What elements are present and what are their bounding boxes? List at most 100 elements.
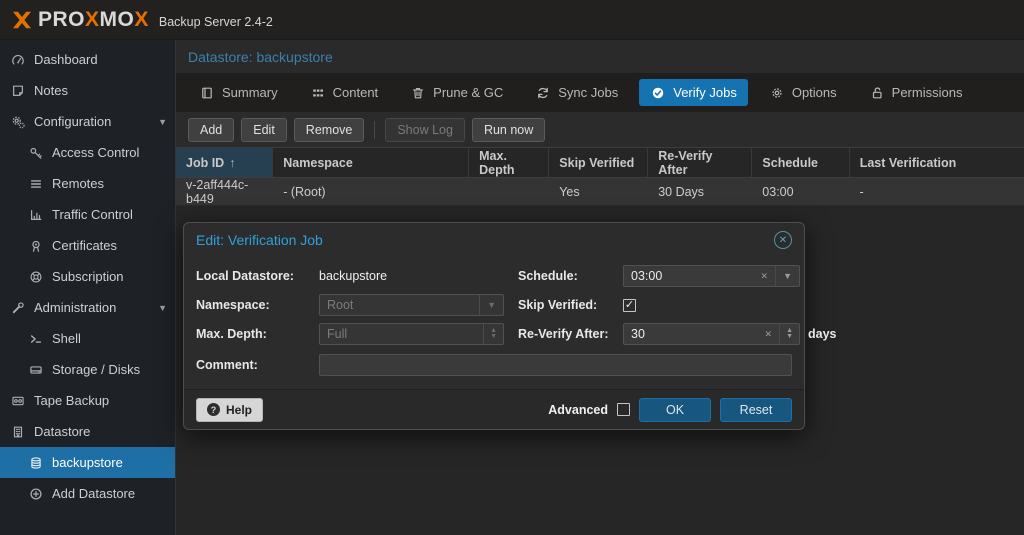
local-datastore-value: backupstore	[319, 269, 387, 283]
column-header-namespace[interactable]: Namespace	[273, 148, 469, 177]
key-icon	[28, 146, 44, 160]
schedule-label: Schedule:	[518, 269, 623, 283]
sidebar-item-label: Configuration	[34, 114, 111, 129]
sidebar-item-certificates[interactable]: Certificates	[0, 230, 175, 261]
clear-icon[interactable]: ✕	[758, 329, 780, 340]
sidebar-item-label: Remotes	[52, 176, 104, 191]
sidebar-item-datastore[interactable]: Datastore	[0, 416, 175, 447]
reverify-after-spinner[interactable]: 30 ✕ ▲▼	[623, 323, 800, 345]
column-header-job-id[interactable]: Job ID ↑	[176, 148, 273, 177]
dialog-header[interactable]: Edit: Verification Job ✕	[184, 223, 804, 257]
book-icon	[199, 86, 215, 100]
skip-verified-label: Skip Verified:	[518, 298, 623, 312]
sidebar-item-remotes[interactable]: Remotes	[0, 168, 175, 199]
add-button[interactable]: Add	[188, 118, 234, 142]
namespace-select: Root ▼	[319, 294, 504, 316]
tab-bar: Summary Content Prune & GC Sync Jobs Ver…	[176, 73, 1024, 112]
sort-ascending-icon: ↑	[229, 156, 235, 170]
dialog-footer: ? Help Advanced OK Reset	[184, 389, 804, 429]
schedule-combobox[interactable]: 03:00 ✕ ▼	[623, 265, 800, 287]
spinner-arrows-icon: ▲▼	[483, 324, 503, 344]
table-header: Job ID ↑ Namespace Max. Depth Skip Verif…	[176, 148, 1024, 178]
sidebar-nav: Dashboard Notes Configuration ▼ Access C…	[0, 40, 176, 535]
comment-label: Comment:	[196, 358, 319, 372]
gear-icon	[769, 86, 785, 100]
disk-icon	[28, 363, 44, 377]
grid-icon	[310, 86, 326, 100]
app-version: Backup Server 2.4-2	[159, 15, 273, 29]
cell-last-verification: -	[850, 178, 1024, 205]
sidebar-item-label: Dashboard	[34, 52, 98, 67]
column-header-skip-verified[interactable]: Skip Verified	[549, 148, 648, 177]
sidebar-item-label: Administration	[34, 300, 116, 315]
tab-prune-gc[interactable]: Prune & GC	[399, 79, 514, 106]
sidebar-item-notes[interactable]: Notes	[0, 75, 175, 106]
close-icon[interactable]: ✕	[774, 231, 792, 249]
ok-button[interactable]: OK	[639, 398, 711, 422]
sidebar-item-storage-disks[interactable]: Storage / Disks	[0, 354, 175, 385]
toolbar-separator	[374, 121, 375, 139]
spinner-arrows-icon[interactable]: ▲▼	[779, 324, 799, 344]
sidebar-item-label: Add Datastore	[52, 486, 135, 501]
reset-button[interactable]: Reset	[720, 398, 792, 422]
advanced-checkbox[interactable]	[617, 403, 630, 416]
reverify-after-label: Re-Verify After:	[518, 327, 623, 341]
sidebar-item-access-control[interactable]: Access Control	[0, 137, 175, 168]
tab-sync-jobs[interactable]: Sync Jobs	[524, 79, 629, 106]
sidebar-item-tape-backup[interactable]: Tape Backup	[0, 385, 175, 416]
sidebar-item-label: Access Control	[52, 145, 139, 160]
sidebar-item-shell[interactable]: Shell	[0, 323, 175, 354]
dialog-title: Edit: Verification Job	[196, 232, 323, 248]
edit-button[interactable]: Edit	[241, 118, 287, 142]
sidebar-item-configuration[interactable]: Configuration ▼	[0, 106, 175, 137]
sidebar-item-backupstore[interactable]: backupstore	[0, 447, 175, 478]
run-now-button[interactable]: Run now	[472, 118, 545, 142]
column-header-schedule[interactable]: Schedule	[752, 148, 849, 177]
sidebar-item-label: Certificates	[52, 238, 117, 253]
sidebar-item-administration[interactable]: Administration ▼	[0, 292, 175, 323]
cell-max-depth	[469, 178, 549, 205]
chevron-down-icon[interactable]: ▼	[158, 303, 167, 313]
sidebar-item-label: Tape Backup	[34, 393, 109, 408]
comment-input[interactable]	[319, 354, 792, 376]
tab-permissions[interactable]: Permissions	[858, 79, 974, 106]
sidebar-item-add-datastore[interactable]: Add Datastore	[0, 478, 175, 509]
trash-icon	[410, 86, 426, 100]
column-header-last-verification[interactable]: Last Verification	[850, 148, 1024, 177]
sidebar-item-dashboard[interactable]: Dashboard	[0, 44, 175, 75]
sidebar-item-label: Datastore	[34, 424, 90, 439]
table-row[interactable]: v-2aff444c-b449 - (Root) Yes 30 Days 03:…	[176, 178, 1024, 206]
building-icon	[10, 425, 26, 439]
list-icon	[28, 177, 44, 191]
chevron-down-icon[interactable]: ▼	[158, 117, 167, 127]
help-button[interactable]: ? Help	[196, 398, 263, 422]
note-icon	[10, 84, 26, 98]
certificate-icon	[28, 239, 44, 253]
cell-schedule: 03:00	[752, 178, 849, 205]
cell-job-id: v-2aff444c-b449	[176, 178, 273, 205]
sidebar-item-label: Subscription	[52, 269, 124, 284]
tab-summary[interactable]: Summary	[188, 79, 289, 106]
check-circle-icon	[650, 86, 666, 100]
tab-content[interactable]: Content	[299, 79, 390, 106]
skip-verified-checkbox[interactable]	[623, 299, 636, 312]
chevron-down-icon[interactable]: ▼	[775, 266, 799, 286]
sidebar-item-subscription[interactable]: Subscription	[0, 261, 175, 292]
sidebar-item-label: Shell	[52, 331, 81, 346]
proxmox-logo-icon	[10, 8, 34, 32]
chevron-down-icon: ▼	[479, 295, 503, 315]
tab-verify-jobs[interactable]: Verify Jobs	[639, 79, 748, 106]
tab-options[interactable]: Options	[758, 79, 848, 106]
column-header-max-depth[interactable]: Max. Depth	[469, 148, 549, 177]
question-icon: ?	[207, 403, 220, 416]
sidebar-item-label: Traffic Control	[52, 207, 133, 222]
column-header-reverify-after[interactable]: Re-Verify After	[648, 148, 752, 177]
local-datastore-label: Local Datastore:	[196, 269, 319, 283]
clear-icon[interactable]: ✕	[754, 271, 776, 282]
cell-namespace: - (Root)	[273, 178, 469, 205]
panel-title: Datastore: backupstore	[176, 40, 1024, 73]
sidebar-item-label: Storage / Disks	[52, 362, 140, 377]
sidebar-item-traffic-control[interactable]: Traffic Control	[0, 199, 175, 230]
remove-button[interactable]: Remove	[294, 118, 365, 142]
cell-reverify-after: 30 Days	[648, 178, 752, 205]
